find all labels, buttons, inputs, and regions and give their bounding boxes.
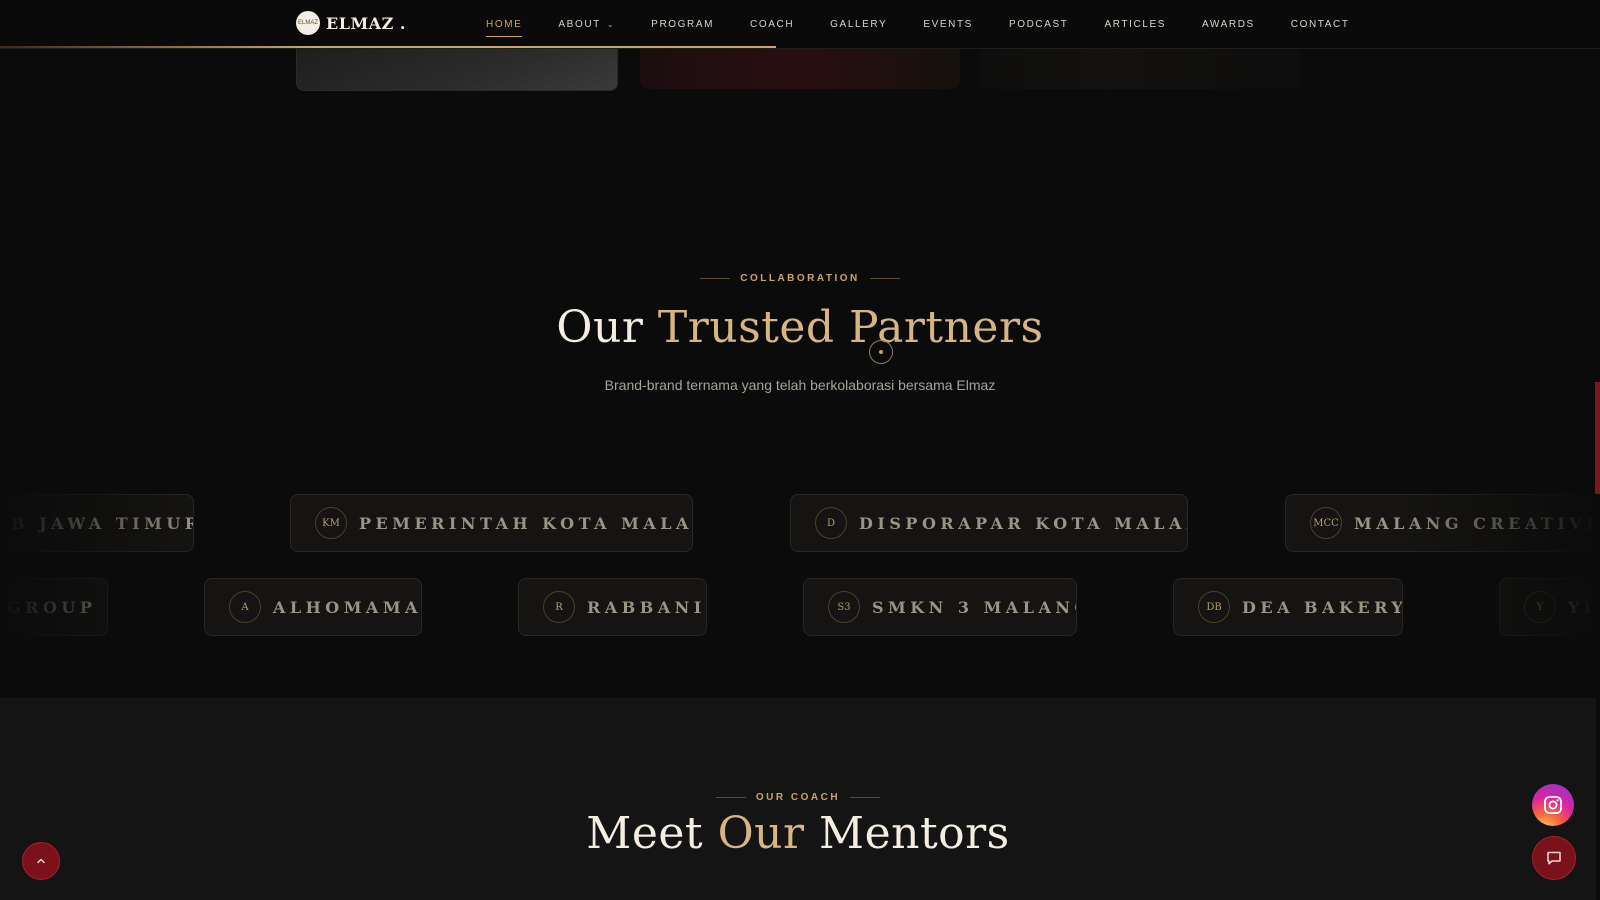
- nav-program[interactable]: PROGRAM: [651, 19, 714, 30]
- main-nav: HOME ABOUT ⌄ PROGRAM COACH GALLERY EVENTS…: [486, 0, 1386, 48]
- partner-name: ALHOMAMA: [273, 597, 422, 617]
- cursor-ring-icon: [869, 340, 893, 364]
- nav-articles[interactable]: ARTICLES: [1105, 19, 1167, 30]
- partner-name: B JAWA TIMUR: [11, 513, 194, 533]
- divider: [715, 796, 746, 798]
- brand-logo[interactable]: ELMAZ ELMAZ .: [296, 11, 406, 35]
- title-text: Mentors: [804, 808, 1010, 859]
- partner-name: GROUP: [7, 597, 97, 617]
- title-accent: Our: [717, 808, 805, 859]
- partner-badge: D: [815, 507, 847, 539]
- eyebrow-text: COLLABORATION: [740, 273, 860, 284]
- brand-name: ELMAZ .: [326, 13, 406, 33]
- coach-section: OUR COACH Meet Our Mentors: [0, 698, 1596, 900]
- partner-badge: DB: [1198, 591, 1230, 623]
- partner-tile[interactable]: MCC MALANG CREATIVE C: [1285, 494, 1600, 552]
- partner-name: RABBANI: [587, 597, 706, 617]
- instagram-icon: [1544, 796, 1562, 814]
- title-text: Meet: [586, 808, 718, 859]
- back-to-top-button[interactable]: [22, 842, 60, 880]
- nav-events[interactable]: EVENTS: [923, 19, 973, 30]
- nav-gallery[interactable]: GALLERY: [830, 19, 887, 30]
- chevron-down-icon: ⌄: [606, 19, 616, 29]
- partner-name: PEMERINTAH KOTA MALANG: [359, 513, 693, 533]
- partner-tile[interactable]: B JAWA TIMUR: [0, 494, 194, 552]
- chat-button[interactable]: [1532, 836, 1576, 880]
- divider: [869, 277, 900, 279]
- nav-about-label: ABOUT: [558, 18, 601, 30]
- partner-badge: S3: [828, 591, 860, 623]
- nav-about[interactable]: ABOUT ⌄: [558, 19, 615, 30]
- partners-title: Our Trusted Partners: [0, 302, 1600, 353]
- partner-badge: MCC: [1310, 507, 1342, 539]
- title-accent: Trusted Partners: [657, 302, 1044, 353]
- scrollbar-thumb[interactable]: [1595, 382, 1600, 494]
- partner-name: YI: [1568, 597, 1596, 617]
- partner-tile[interactable]: KM PEMERINTAH KOTA MALANG: [290, 494, 693, 552]
- eyebrow-text: OUR COACH: [755, 792, 841, 803]
- partners-subtitle: Brand-brand ternama yang telah berkolabo…: [604, 377, 996, 393]
- partner-tile[interactable]: GROUP: [0, 578, 108, 636]
- partner-name: DEA BAKERY: [1242, 597, 1403, 617]
- partner-badge: A: [229, 591, 261, 623]
- partner-tile[interactable]: S3 SMKN 3 MALANG: [803, 578, 1077, 636]
- nav-awards[interactable]: AWARDS: [1202, 19, 1255, 30]
- partner-badge: Y: [1524, 591, 1556, 623]
- instagram-button[interactable]: [1532, 784, 1574, 826]
- partner-tile[interactable]: A ALHOMAMA: [204, 578, 422, 636]
- logo-mark-icon: ELMAZ: [296, 11, 320, 35]
- partner-badge: R: [543, 591, 575, 623]
- coach-eyebrow: OUR COACH: [0, 792, 1596, 803]
- scroll-progress-bar: [0, 46, 776, 48]
- divider: [700, 277, 731, 279]
- partner-name: DISPORAPAR KOTA MALANG: [859, 513, 1188, 533]
- partner-name: MALANG CREATIVE C: [1354, 513, 1600, 533]
- nav-podcast[interactable]: PODCAST: [1009, 19, 1069, 30]
- divider: [850, 796, 881, 798]
- partner-tile[interactable]: D DISPORAPAR KOTA MALANG: [790, 494, 1188, 552]
- nav-contact[interactable]: CONTACT: [1291, 19, 1350, 30]
- partner-name: SMKN 3 MALANG: [872, 597, 1077, 617]
- mentors-title: Meet Our Mentors: [0, 808, 1596, 859]
- chevron-up-icon: [37, 858, 45, 864]
- collaboration-eyebrow: COLLABORATION: [0, 273, 1600, 284]
- partner-tile[interactable]: Y YI: [1499, 578, 1600, 636]
- partner-tile[interactable]: R RABBANI: [518, 578, 707, 636]
- nav-coach[interactable]: COACH: [750, 19, 794, 30]
- chat-icon: [1547, 851, 1561, 865]
- partner-tile[interactable]: DB DEA BAKERY: [1173, 578, 1403, 636]
- site-header: ELMAZ ELMAZ . HOME ABOUT ⌄ PROGRAM COACH …: [0, 0, 1600, 49]
- partner-badge: KM: [315, 507, 347, 539]
- title-text: Our: [556, 302, 658, 353]
- nav-home[interactable]: HOME: [486, 19, 523, 37]
